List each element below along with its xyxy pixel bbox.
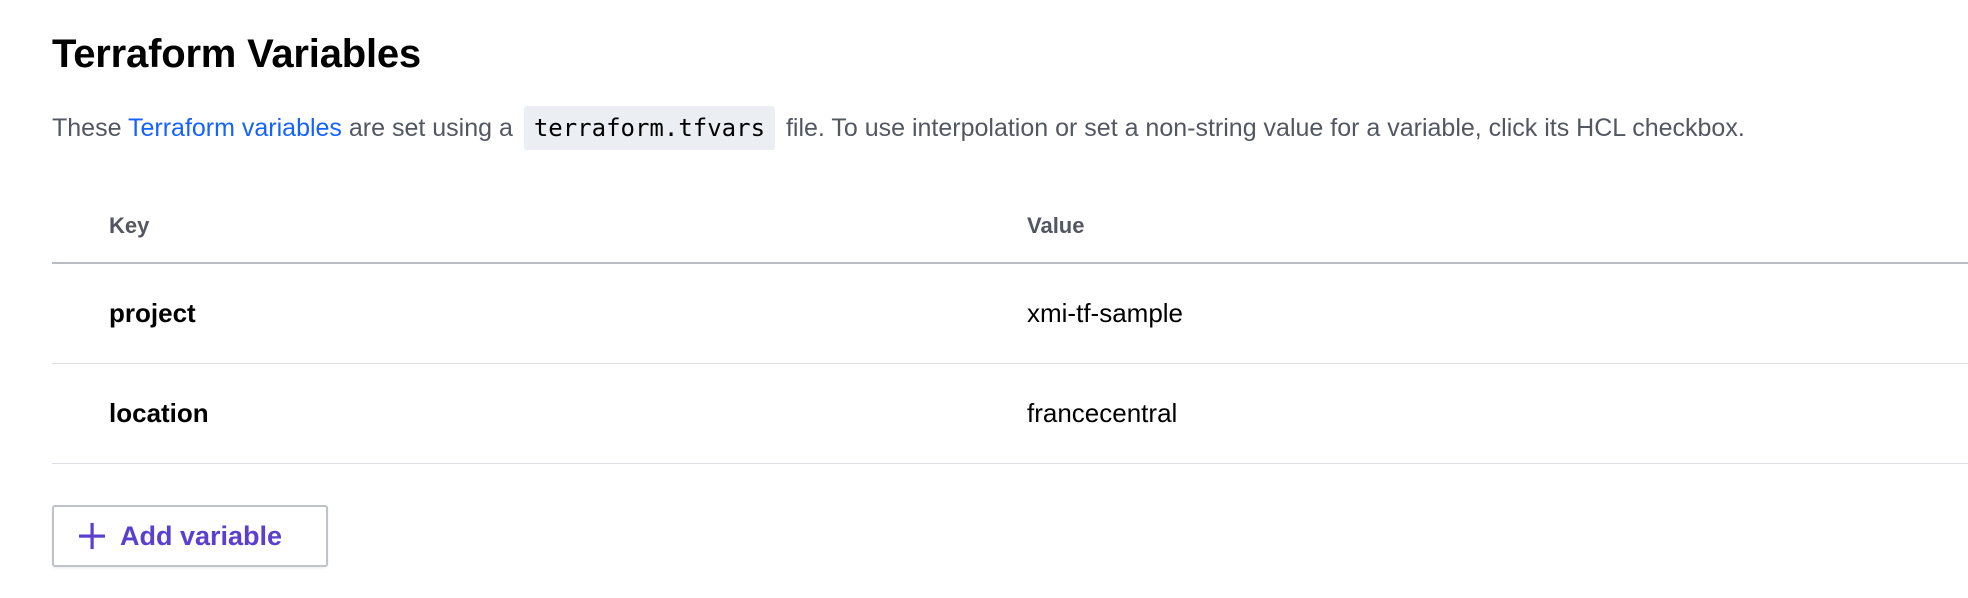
table-row[interactable]: project xmi-tf-sample <box>52 264 1968 364</box>
key-column-header: Key <box>109 213 150 238</box>
description-prefix: These <box>52 114 128 142</box>
value-column-header: Value <box>1027 213 1085 238</box>
description-middle: are set using a <box>341 114 520 142</box>
tfvars-filename-code: terraform.tfvars <box>523 106 776 150</box>
table-row[interactable]: location francecentral <box>52 364 1968 464</box>
plus-icon <box>78 522 106 550</box>
variable-key: location <box>109 398 209 428</box>
add-variable-button[interactable]: Add variable <box>52 505 328 567</box>
table-header-row: Key Value <box>52 190 1968 264</box>
variable-key: project <box>109 298 196 328</box>
add-variable-label: Add variable <box>120 520 283 551</box>
variable-value: francecentral <box>1027 398 1178 428</box>
variables-table: Key Value project xmi-tf-sample location… <box>52 190 1968 464</box>
page-title: Terraform Variables <box>52 32 421 76</box>
section-description: These Terraform variables are set using … <box>52 106 1745 150</box>
description-suffix: file. To use interpolation or set a non-… <box>779 114 1745 142</box>
variable-value: xmi-tf-sample <box>1027 298 1184 328</box>
terraform-variables-link[interactable]: Terraform variables <box>128 114 342 142</box>
